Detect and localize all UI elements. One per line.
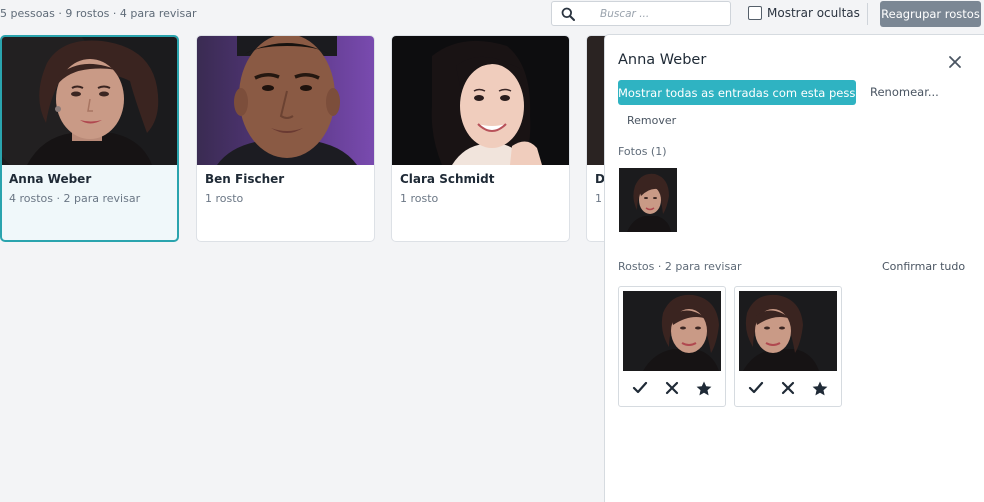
search-box[interactable] bbox=[551, 1, 731, 26]
person-photo bbox=[197, 36, 374, 165]
show-all-entries-button[interactable]: Mostrar todas as entradas com esta pesso… bbox=[618, 80, 869, 105]
close-icon[interactable] bbox=[945, 52, 965, 72]
person-name: Clara Schmidt bbox=[400, 172, 495, 186]
photo-thumbnail[interactable] bbox=[619, 168, 677, 232]
person-detail-panel: Anna Weber Mostrar todas as entradas com… bbox=[604, 34, 984, 502]
panel-title: Anna Weber bbox=[618, 52, 707, 68]
face-image[interactable] bbox=[623, 291, 721, 371]
person-meta: 1 bbox=[595, 192, 602, 205]
face-actions bbox=[735, 377, 841, 399]
show-hidden-toggle[interactable]: Mostrar ocultas bbox=[748, 6, 860, 20]
person-meta: 4 rostos · 2 para revisar bbox=[9, 192, 141, 205]
star-icon[interactable] bbox=[804, 377, 836, 399]
person-name: Anna Weber bbox=[9, 172, 92, 186]
show-hidden-checkbox[interactable] bbox=[748, 6, 762, 20]
confirm-all-button[interactable]: Confirmar tudo bbox=[882, 260, 965, 273]
check-icon[interactable] bbox=[624, 377, 656, 399]
person-meta: 1 rosto bbox=[400, 192, 439, 205]
toolbar: 5 pessoas · 9 rostos · 4 para revisar Mo… bbox=[0, 0, 984, 30]
person-photo bbox=[2, 37, 177, 165]
search-input[interactable] bbox=[600, 6, 720, 22]
face-image[interactable] bbox=[739, 291, 837, 371]
people-summary: 5 pessoas · 9 rostos · 4 para revisar bbox=[0, 7, 197, 20]
face-review-card bbox=[618, 286, 726, 407]
person-card[interactable]: Anna Weber 4 rostos · 2 para revisar bbox=[0, 35, 179, 242]
person-card[interactable]: Clara Schmidt 1 rosto bbox=[391, 35, 570, 242]
face-actions bbox=[619, 377, 725, 399]
check-icon[interactable] bbox=[740, 377, 772, 399]
reject-icon[interactable] bbox=[772, 377, 804, 399]
person-card[interactable]: Ben Fischer 1 rosto bbox=[196, 35, 375, 242]
toolbar-divider bbox=[867, 3, 868, 25]
faces-section-label: Rostos · 2 para revisar bbox=[618, 260, 742, 273]
photos-section-label: Fotos (1) bbox=[618, 145, 667, 158]
regroup-faces-button[interactable]: Reagrupar rostos bbox=[880, 1, 981, 27]
person-meta: 1 rosto bbox=[205, 192, 244, 205]
person-photo bbox=[392, 36, 569, 165]
reject-icon[interactable] bbox=[656, 377, 688, 399]
rename-button[interactable]: Renomear... bbox=[870, 85, 939, 99]
person-name: Ben Fischer bbox=[205, 172, 285, 186]
face-review-card bbox=[734, 286, 842, 407]
star-icon[interactable] bbox=[688, 377, 720, 399]
remove-button[interactable]: Remover bbox=[627, 114, 676, 127]
show-hidden-label: Mostrar ocultas bbox=[767, 6, 860, 20]
search-icon bbox=[561, 7, 575, 21]
